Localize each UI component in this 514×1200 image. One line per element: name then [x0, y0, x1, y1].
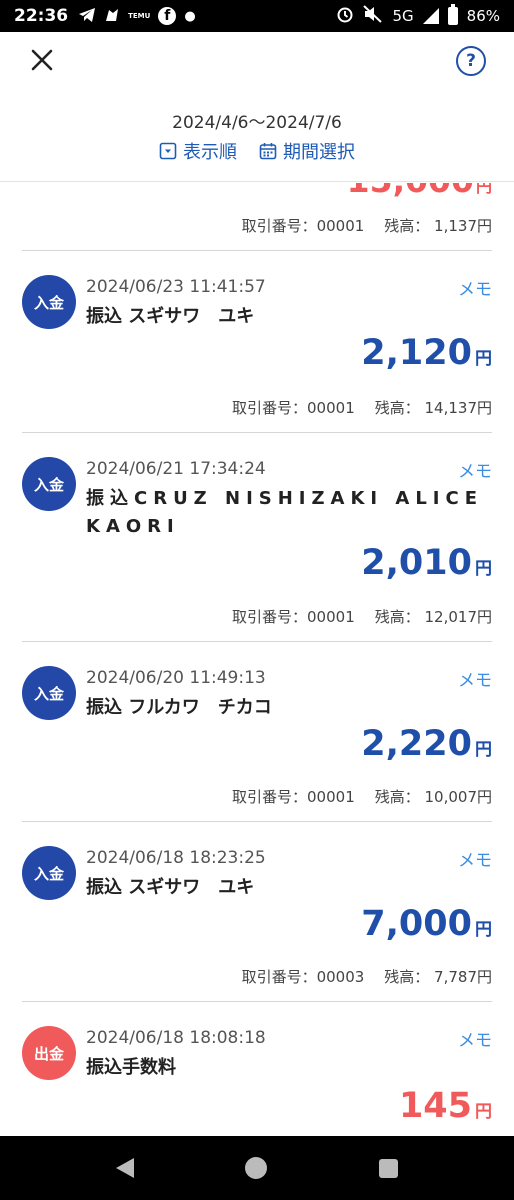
- temu-icon: TEMU: [128, 12, 151, 20]
- help-icon: ?: [466, 51, 476, 71]
- deposit-badge: 入金: [22, 666, 76, 720]
- memo-link[interactable]: メモ: [458, 666, 492, 691]
- recent-apps-icon[interactable]: [379, 1158, 399, 1178]
- dot-icon: ●: [184, 8, 196, 24]
- transaction-list: 15,000円 取引番号：00001 残高： 1,137円 入金 2024/06/…: [0, 183, 514, 1136]
- transaction-number: 取引番号：00003: [241, 968, 365, 986]
- transaction-number: 取引番号：00001: [232, 788, 355, 806]
- facebook-icon: f: [158, 7, 177, 25]
- transaction-item[interactable]: 入金 2024/06/21 17:34:24 メモ 振込CRUZ NISHIZA…: [22, 433, 492, 642]
- battery-icon: [447, 4, 458, 25]
- transaction-datetime: 2024/06/20 11:49:13: [86, 668, 266, 688]
- calendar-icon: [259, 143, 277, 160]
- period-select-button[interactable]: 期間選択: [259, 138, 355, 164]
- payee-name: 振込 スギサワ ユキ: [86, 306, 255, 327]
- transaction-item[interactable]: 入金 2024/06/20 11:49:13 メモ 振込 フルカワ チカコ 2,…: [22, 642, 492, 822]
- transaction-datetime: 2024/06/21 17:34:24: [86, 459, 266, 479]
- header: ? 2024/4/6〜2024/7/6 表示順 期間選択: [0, 32, 514, 182]
- amount: 2,120 円: [361, 333, 492, 373]
- list-controls: 表示順 期間選択: [0, 138, 514, 164]
- payee-name: 振込 フルカワ チカコ: [86, 697, 272, 718]
- back-icon[interactable]: [115, 1158, 134, 1178]
- transaction-footer: 取引番号：00003 残高： 7,787円: [242, 966, 492, 987]
- system-nav-bar: [0, 1136, 514, 1200]
- close-icon: [31, 49, 53, 71]
- memo-link[interactable]: メモ: [458, 275, 492, 300]
- transaction-footer: 取引番号：00001 残高： 12,017円: [232, 606, 492, 627]
- deposit-badge: 入金: [22, 275, 76, 329]
- transaction-datetime: 2024/06/18 18:08:18: [86, 1028, 266, 1048]
- sort-order-label: 表示順: [183, 142, 237, 163]
- amount: 2,220 円: [361, 724, 492, 764]
- close-button[interactable]: [28, 46, 56, 74]
- amount: 145 円: [398, 1086, 492, 1126]
- dropdown-icon: [159, 142, 177, 160]
- transaction-item-partial[interactable]: 15,000円 取引番号：00001 残高： 1,137円: [22, 183, 492, 251]
- amount: 2,010 円: [361, 543, 492, 583]
- memo-link[interactable]: メモ: [458, 1026, 492, 1051]
- balance: 残高： 7,787円: [384, 968, 492, 986]
- payee-name: 振込CRUZ NISHIZAKI ALICE KAORI: [86, 488, 483, 537]
- balance: 残高： 1,137円: [384, 217, 492, 235]
- status-time: 22:36: [14, 6, 69, 26]
- transaction-item[interactable]: 入金 2024/06/18 18:23:25 メモ 振込 スギサワ ユキ 7,0…: [22, 822, 492, 1002]
- transaction-footer: 取引番号：00001 残高： 1,137円: [242, 215, 492, 236]
- transaction-item[interactable]: 出金 2024/06/18 18:08:18 メモ 振込手数料 145 円: [22, 1002, 492, 1136]
- telegram-icon: [78, 7, 96, 26]
- signal-icon: [422, 8, 439, 24]
- transaction-datetime: 2024/06/23 11:41:57: [86, 277, 266, 297]
- status-bar: 22:36 TEMU f ● 5G 86%: [0, 0, 514, 32]
- home-icon[interactable]: [245, 1157, 268, 1179]
- transaction-footer: 取引番号：00001 残高： 14,137円: [232, 397, 492, 418]
- balance: 残高： 12,017円: [374, 608, 492, 626]
- transaction-datetime: 2024/06/18 18:23:25: [86, 848, 266, 868]
- transaction-number: 取引番号：00001: [232, 399, 355, 417]
- transaction-number: 取引番号：00001: [232, 608, 355, 626]
- network-label: 5G: [392, 7, 414, 25]
- memo-link[interactable]: メモ: [458, 457, 492, 482]
- alarm-icon: [336, 5, 354, 27]
- mute-icon: [363, 5, 383, 27]
- deposit-badge: 入金: [22, 457, 76, 511]
- deposit-badge: 入金: [22, 846, 76, 900]
- amount: 7,000 円: [361, 904, 492, 944]
- app-icon: [104, 7, 120, 26]
- balance: 残高： 14,137円: [374, 399, 492, 417]
- payee-name: 振込手数料: [86, 1057, 176, 1078]
- transaction-number: 取引番号：00001: [241, 217, 365, 235]
- transaction-footer: 取引番号：00001 残高： 10,007円: [232, 786, 492, 807]
- battery-level: 86%: [466, 7, 500, 25]
- transaction-item[interactable]: 入金 2024/06/23 11:41:57 メモ 振込 スギサワ ユキ 2,1…: [22, 251, 492, 433]
- memo-link[interactable]: メモ: [458, 846, 492, 871]
- balance: 残高： 10,007円: [374, 788, 492, 806]
- withdrawal-badge: 出金: [22, 1026, 76, 1080]
- help-button[interactable]: ?: [456, 46, 486, 76]
- period-select-label: 期間選択: [283, 142, 355, 163]
- period-range: 2024/4/6〜2024/7/6: [172, 113, 342, 133]
- payee-name: 振込 スギサワ ユキ: [86, 877, 255, 898]
- sort-order-button[interactable]: 表示順: [159, 138, 237, 164]
- amount: 15,000円: [347, 183, 492, 200]
